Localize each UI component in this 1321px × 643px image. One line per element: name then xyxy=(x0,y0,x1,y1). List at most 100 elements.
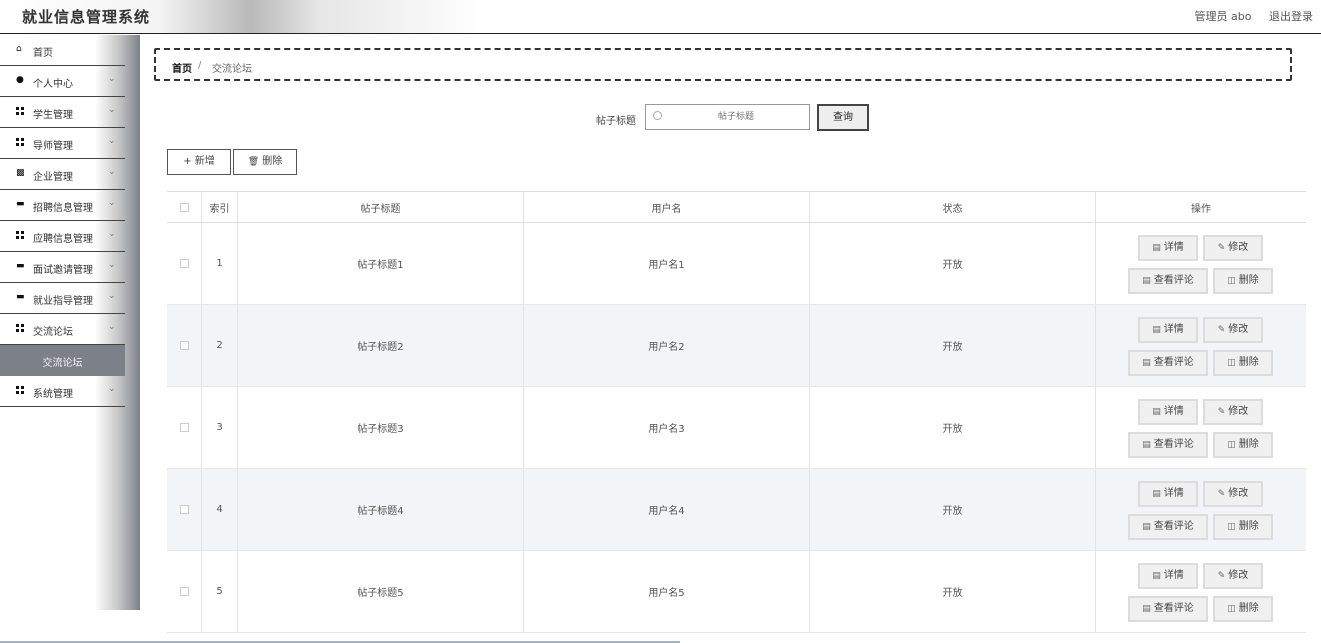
cell-user: 用户名5 xyxy=(524,551,810,632)
sidebar-item-applications[interactable]: 应聘信息管理 ⌄ xyxy=(0,221,125,252)
sidebar-item-recruitment[interactable]: ▬ 招聘信息管理 ⌄ xyxy=(0,190,125,221)
add-button[interactable]: + 新增 xyxy=(167,149,231,175)
sidebar-item-label: 个人中心 xyxy=(33,79,73,90)
doc-icon: ▤ xyxy=(1152,324,1161,335)
chevron-down-icon: ⌄ xyxy=(108,322,116,332)
sidebar-item-label: 导师管理 xyxy=(33,141,73,152)
view-comments-button[interactable]: ▤ 查看评论 xyxy=(1128,349,1208,376)
trash-icon: ◫ xyxy=(1227,603,1236,614)
doc-icon: ▤ xyxy=(1142,603,1151,614)
view-comments-label: 查看评论 xyxy=(1153,520,1194,532)
header-ops: 操作 xyxy=(1191,203,1211,215)
chevron-down-icon: ⌄ xyxy=(108,74,116,84)
top-bar: 就业信息管理系统 管理员 abo 退出登录 xyxy=(0,0,1321,34)
sidebar-item-label: 就业指导管理 xyxy=(33,296,93,307)
breadcrumb-current: 交流论坛 xyxy=(212,64,252,75)
cell-index: 2 xyxy=(202,305,238,386)
delete-label: 删除 xyxy=(1238,274,1259,286)
edit-label: 修改 xyxy=(1228,569,1249,581)
detail-button[interactable]: ▤ 详情 xyxy=(1138,480,1198,507)
sidebar: ⌂ 首页 ● 个人中心 ⌄ 学生管理 ⌄ 导师管理 ⌄ ▩ 企业管理 ⌄ ▬ 招… xyxy=(0,35,140,610)
cell-title: 帖子标题5 xyxy=(238,551,524,632)
row-checkbox[interactable] xyxy=(179,587,189,596)
detail-button[interactable]: ▤ 详情 xyxy=(1138,562,1198,589)
view-comments-button[interactable]: ▤ 查看评论 xyxy=(1128,595,1208,622)
detail-button[interactable]: ▤ 详情 xyxy=(1138,398,1198,425)
doc-icon: ▤ xyxy=(1142,275,1151,286)
edit-label: 修改 xyxy=(1228,241,1249,253)
view-comments-button[interactable]: ▤ 查看评论 xyxy=(1128,513,1208,540)
main-content: 首页 / 交流论坛 帖子标题 查询 + 新增 🗑删除 索引 帖子标题 用户名 状… xyxy=(0,35,1321,643)
sidebar-item-forum[interactable]: 交流论坛 ⌄ xyxy=(0,314,125,345)
edit-button[interactable]: ✎ 修改 xyxy=(1203,562,1263,589)
delete-button[interactable]: ◫ 删除 xyxy=(1213,513,1273,540)
sidebar-item-students[interactable]: 学生管理 ⌄ xyxy=(0,97,125,128)
edit-icon: ✎ xyxy=(1217,406,1226,417)
doc-icon: ▤ xyxy=(1152,406,1161,417)
sidebar-item-label: 系统管理 xyxy=(33,389,73,400)
edit-button[interactable]: ✎ 修改 xyxy=(1203,316,1263,343)
view-comments-button[interactable]: ▤ 查看评论 xyxy=(1128,267,1208,294)
delete-button[interactable]: ◫ 删除 xyxy=(1213,431,1273,458)
sidebar-item-home[interactable]: ⌂ 首页 xyxy=(0,35,125,66)
sidebar-item-label: 首页 xyxy=(33,48,53,59)
header-index: 索引 xyxy=(202,192,238,222)
search-field[interactable] xyxy=(645,104,810,130)
edit-label: 修改 xyxy=(1228,405,1249,417)
grid-icon xyxy=(16,324,25,333)
cell-status: 开放 xyxy=(810,551,1096,632)
row-checkbox[interactable] xyxy=(179,341,189,350)
sidebar-item-system[interactable]: 系统管理 ⌄ xyxy=(0,376,125,407)
row-checkbox[interactable] xyxy=(179,423,189,432)
edit-button[interactable]: ✎ 修改 xyxy=(1203,398,1263,425)
sidebar-item-guidance[interactable]: ▬ 就业指导管理 ⌄ xyxy=(0,283,125,314)
chevron-down-icon: ⌄ xyxy=(108,167,116,177)
header-status: 状态 xyxy=(810,192,1096,222)
chevron-down-icon: ⌄ xyxy=(108,260,116,270)
batch-delete-button[interactable]: 🗑 删除 xyxy=(233,149,297,175)
sidebar-item-interviews[interactable]: ▬ 面试邀请管理 ⌄ xyxy=(0,252,125,283)
view-comments-label: 查看评论 xyxy=(1153,356,1194,368)
row-checkbox[interactable] xyxy=(179,505,189,514)
forum-table: 索引 帖子标题 用户名 状态 操作 1 帖子标题1 用户名1 开放 ▤ 详情 ✎ 修改 ▤ 查看评… xyxy=(167,191,1306,633)
breadcrumb-home[interactable]: 首页 xyxy=(172,60,192,75)
sidebar-item-tutors[interactable]: 导师管理 ⌄ xyxy=(0,128,125,159)
view-comments-button[interactable]: ▤ 查看评论 xyxy=(1128,431,1208,458)
delete-button[interactable]: ◫ 删除 xyxy=(1213,349,1273,376)
edit-icon: ✎ xyxy=(1217,570,1226,581)
detail-button[interactable]: ▤ 详情 xyxy=(1138,316,1198,343)
cell-title: 帖子标题1 xyxy=(238,223,524,304)
logout-link[interactable]: 退出登录 xyxy=(1269,10,1313,23)
delete-button[interactable]: ◫ 删除 xyxy=(1213,267,1273,294)
sidebar-subitem-forum[interactable]: 交流论坛 xyxy=(0,345,125,376)
edit-button[interactable]: ✎ 修改 xyxy=(1203,234,1263,261)
doc-icon: ▤ xyxy=(1152,488,1161,499)
detail-button[interactable]: ▤ 详情 xyxy=(1138,234,1198,261)
search-label: 帖子标题 xyxy=(596,116,636,127)
app-title: 就业信息管理系统 xyxy=(22,8,151,26)
grid-icon xyxy=(16,107,25,116)
cell-index: 5 xyxy=(202,551,238,632)
detail-label: 详情 xyxy=(1163,241,1184,253)
trash-icon: ◫ xyxy=(1227,439,1236,450)
trash-icon: 🗑 xyxy=(247,157,260,167)
cell-user: 用户名3 xyxy=(524,387,810,468)
search-button[interactable]: 查询 xyxy=(817,104,869,131)
search-input[interactable] xyxy=(668,108,804,126)
delete-button[interactable]: ◫ 删除 xyxy=(1213,595,1273,622)
delete-label: 删除 xyxy=(1238,602,1259,614)
sidebar-item-profile[interactable]: ● 个人中心 ⌄ xyxy=(0,66,125,97)
edit-button[interactable]: ✎ 修改 xyxy=(1203,480,1263,507)
sidebar-item-label: 面试邀请管理 xyxy=(33,265,93,276)
breadcrumb: 首页 / 交流论坛 xyxy=(154,48,1292,81)
delete-label: 删除 xyxy=(1238,520,1259,532)
delete-label: 删除 xyxy=(1238,438,1259,450)
sidebar-item-label: 学生管理 xyxy=(33,110,73,121)
select-all-checkbox[interactable] xyxy=(179,202,189,212)
trash-icon: ◫ xyxy=(1227,521,1236,532)
sidebar-item-label: 企业管理 xyxy=(33,172,73,183)
chevron-down-icon: ⌄ xyxy=(108,136,116,146)
row-checkbox[interactable] xyxy=(179,259,189,268)
sidebar-item-companies[interactable]: ▩ 企业管理 ⌄ xyxy=(0,159,125,190)
detail-label: 详情 xyxy=(1163,487,1184,499)
